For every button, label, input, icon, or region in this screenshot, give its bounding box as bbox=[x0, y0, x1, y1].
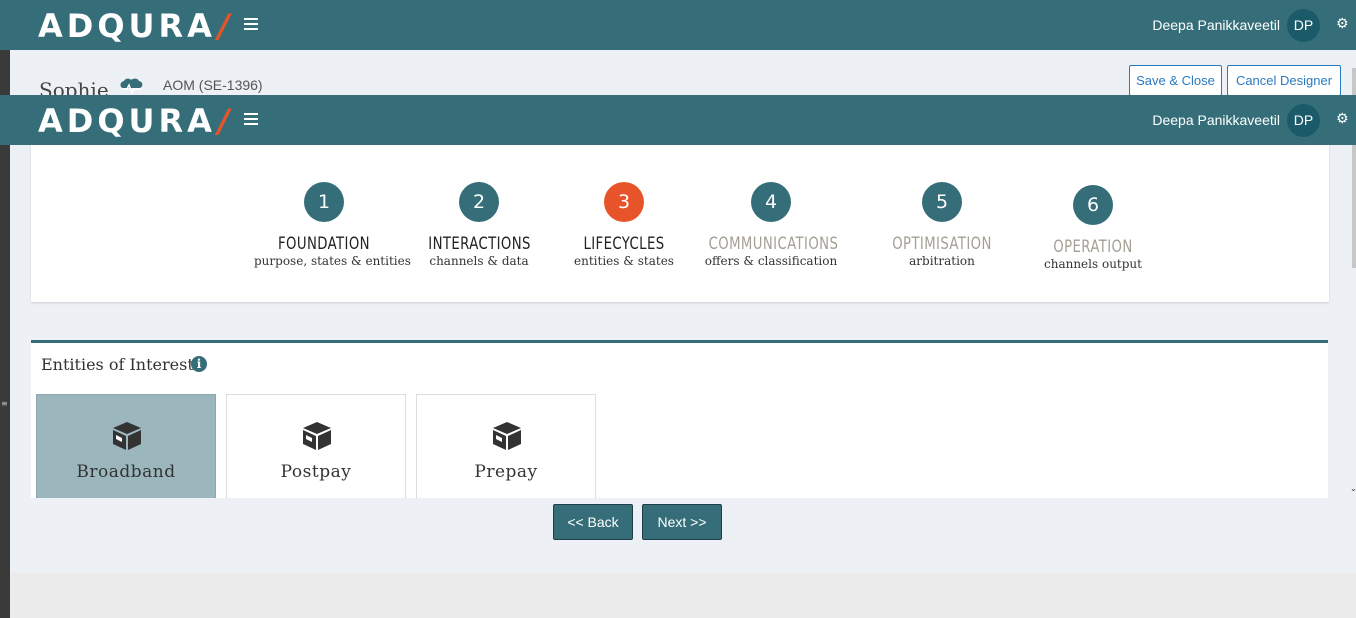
menu-icon[interactable] bbox=[244, 113, 258, 125]
step-subtitle: purpose, states & entities bbox=[254, 254, 411, 268]
step-title: INTERACTIONS bbox=[428, 234, 531, 254]
scroll-down-icon[interactable]: ⌄ bbox=[1350, 484, 1356, 493]
entity-card-postpay[interactable]: Postpay bbox=[226, 394, 406, 498]
entities-panel: Entities of Interest i Broadband Postpay bbox=[31, 340, 1328, 498]
menu-icon[interactable] bbox=[244, 18, 258, 30]
save-close-button[interactable]: Save & Close bbox=[1129, 65, 1222, 96]
avatar[interactable]: DP bbox=[1287, 9, 1320, 42]
step-number: 3 bbox=[604, 182, 644, 222]
settings-gear-icon[interactable]: ⚙ bbox=[1336, 111, 1352, 127]
entity-label: Broadband bbox=[76, 462, 176, 482]
step-title: COMMUNICATIONS bbox=[708, 234, 839, 254]
step-number: 4 bbox=[751, 182, 791, 222]
cancel-designer-button[interactable]: Cancel Designer bbox=[1227, 65, 1341, 96]
step-foundation[interactable]: 1 FOUNDATION purpose, states & entities bbox=[254, 182, 411, 269]
top-bar-back: ADQURA/ Deepa Panikkaveetil DP ⚙ bbox=[0, 0, 1356, 50]
step-lifecycles[interactable]: 3 LIFECYCLES entities & states bbox=[559, 182, 689, 269]
step-title: FOUNDATION bbox=[278, 234, 370, 254]
step-optimisation[interactable]: 5 OPTIMISATION arbitration bbox=[877, 182, 1007, 269]
wizard-steps: 1 FOUNDATION purpose, states & entities … bbox=[31, 145, 1329, 302]
step-subtitle: entities & states bbox=[574, 254, 674, 268]
step-title: OPTIMISATION bbox=[892, 234, 992, 254]
entity-label: Prepay bbox=[474, 462, 538, 482]
box-icon bbox=[301, 421, 333, 451]
step-subtitle: offers & classification bbox=[704, 254, 838, 268]
step-number: 2 bbox=[459, 182, 499, 222]
step-title: OPERATION bbox=[1053, 237, 1133, 257]
user-name: Deepa Panikkaveetil bbox=[1152, 17, 1280, 33]
logo[interactable]: ADQURA/ bbox=[38, 102, 234, 140]
user-name: Deepa Panikkaveetil bbox=[1152, 112, 1280, 128]
entity-card-broadband[interactable]: Broadband bbox=[36, 394, 216, 498]
step-interactions[interactable]: 2 INTERACTIONS channels & data bbox=[414, 182, 544, 269]
avatar[interactable]: DP bbox=[1287, 104, 1320, 137]
logo[interactable]: ADQURA/ bbox=[38, 7, 234, 45]
entity-card-prepay[interactable]: Prepay bbox=[416, 394, 596, 498]
step-subtitle: arbitration bbox=[909, 254, 975, 268]
settings-gear-icon[interactable]: ⚙ bbox=[1336, 16, 1352, 32]
box-icon bbox=[491, 421, 523, 451]
top-bar: ADQURA/ Deepa Panikkaveetil DP ⚙ bbox=[0, 95, 1356, 145]
record-code: AOM (SE-1396) bbox=[163, 77, 263, 93]
entity-label: Postpay bbox=[280, 462, 352, 482]
back-button[interactable]: << Back bbox=[553, 504, 633, 540]
step-number: 1 bbox=[304, 182, 344, 222]
box-icon bbox=[111, 421, 143, 451]
record-name: Sophie bbox=[39, 78, 109, 95]
panel-title: Entities of Interest bbox=[41, 355, 194, 374]
step-subtitle: channels & data bbox=[429, 254, 529, 268]
step-title: LIFECYCLES bbox=[583, 234, 665, 254]
step-operation[interactable]: 6 OPERATION channels output bbox=[1028, 185, 1158, 272]
info-circle-icon[interactable]: i bbox=[191, 356, 207, 372]
step-number: 6 bbox=[1073, 185, 1113, 225]
step-subtitle: channels output bbox=[1044, 257, 1142, 271]
next-button[interactable]: Next >> bbox=[642, 504, 722, 540]
resize-handle[interactable]: ≡ bbox=[1, 400, 9, 410]
step-number: 5 bbox=[922, 182, 962, 222]
brain-pulse-icon bbox=[118, 78, 144, 95]
step-communications[interactable]: 4 COMMUNICATIONS offers & classification bbox=[691, 182, 851, 269]
